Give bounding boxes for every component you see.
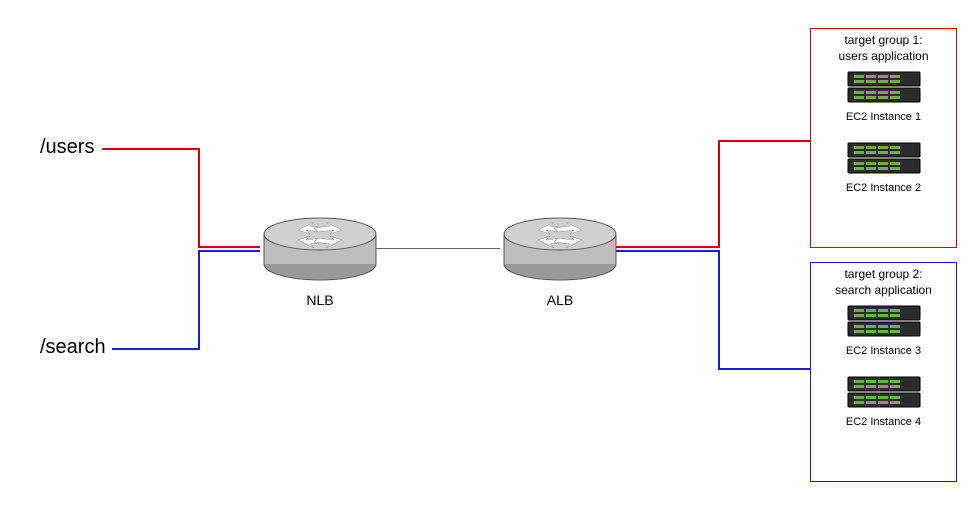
path-users-label: /users xyxy=(40,136,94,159)
tg1-title-line1: target group 1: xyxy=(844,33,922,47)
ec2-instance-3-label: EC2 Instance 3 xyxy=(811,345,956,357)
tg1-title-line2: users application xyxy=(838,49,928,63)
target-group-1-title: target group 1: users application xyxy=(811,33,956,64)
connector-search-h2 xyxy=(198,250,260,252)
server-icon xyxy=(844,70,924,106)
target-group-1: target group 1: users application EC2 In… xyxy=(810,28,957,248)
router-icon xyxy=(500,214,620,284)
path-search-label: /search xyxy=(40,336,106,359)
connector-alb-tg1-h2 xyxy=(718,140,810,142)
ec2-instance-2: EC2 Instance 2 xyxy=(811,141,956,194)
connector-alb-tg1-h1 xyxy=(616,246,720,248)
connector-users-h1 xyxy=(102,148,200,150)
ec2-instance-1: EC2 Instance 1 xyxy=(811,70,956,123)
alb-device: ALB xyxy=(500,214,620,284)
connector-users-v xyxy=(198,148,200,248)
connector-alb-tg1-v xyxy=(718,140,720,248)
target-group-2: target group 2: search application EC2 I… xyxy=(810,262,957,482)
server-icon xyxy=(844,375,924,411)
connector-users-h2 xyxy=(198,246,260,248)
ec2-instance-3: EC2 Instance 3 xyxy=(811,304,956,357)
ec2-instance-1-label: EC2 Instance 1 xyxy=(811,111,956,123)
connector-alb-tg2-h2 xyxy=(718,368,810,370)
target-group-2-title: target group 2: search application xyxy=(811,267,956,298)
ec2-instance-2-label: EC2 Instance 2 xyxy=(811,182,956,194)
connector-search-v xyxy=(198,250,200,350)
connector-alb-tg2-v xyxy=(718,250,720,370)
connector-alb-tg2-h1 xyxy=(616,250,720,252)
alb-label: ALB xyxy=(500,292,620,308)
server-icon xyxy=(844,304,924,340)
nlb-device: NLB xyxy=(260,214,380,284)
connector-search-h1 xyxy=(112,348,200,350)
ec2-instance-4: EC2 Instance 4 xyxy=(811,375,956,428)
ec2-instance-4-label: EC2 Instance 4 xyxy=(811,416,956,428)
connector-nlb-alb xyxy=(376,248,500,249)
tg2-title-line1: target group 2: xyxy=(844,267,922,281)
server-icon xyxy=(844,141,924,177)
router-icon xyxy=(260,214,380,284)
tg2-title-line2: search application xyxy=(835,283,932,297)
nlb-label: NLB xyxy=(260,292,380,308)
